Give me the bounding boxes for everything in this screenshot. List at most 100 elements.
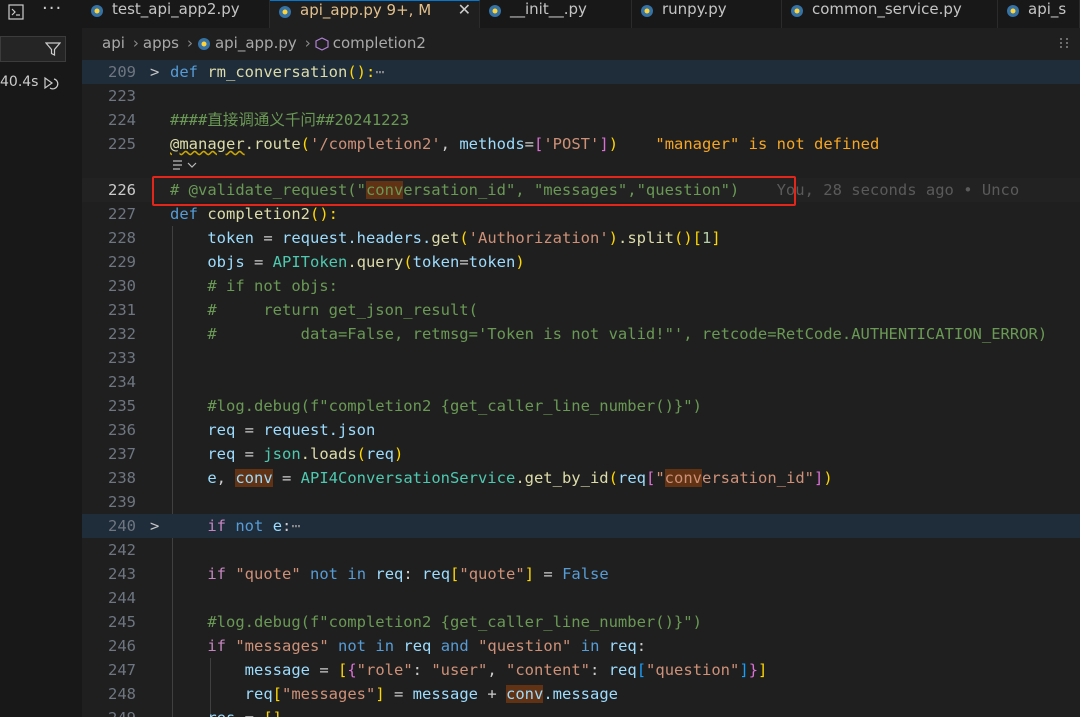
code-token: rm_conversation: [207, 63, 348, 81]
code-editor[interactable]: 209 > def rm_conversation():⋯ 223 224 ##…: [82, 58, 1080, 717]
code-token: ]: [599, 135, 609, 153]
code-line[interactable]: 237 req = json.loads(req): [82, 442, 1080, 466]
line-number: 231: [108, 301, 136, 319]
breadcrumb-item[interactable]: api_app.py: [215, 34, 297, 52]
chevron-right-icon[interactable]: >: [150, 60, 162, 84]
inline-diagnostic: "manager" is not defined: [655, 135, 880, 153]
code-line[interactable]: 244: [82, 586, 1080, 610]
code-line[interactable]: 240 > if not e:⋯: [82, 514, 1080, 538]
folded-ellipsis[interactable]: ⋯: [375, 63, 384, 81]
filter-input[interactable]: [0, 36, 66, 62]
code-token: message: [244, 661, 310, 679]
tab-common-service[interactable]: common_service.py: [782, 0, 998, 28]
code-line[interactable]: 230 # if not objs:: [82, 274, 1080, 298]
method-symbol-icon: [315, 36, 329, 51]
code-token: =: [524, 135, 534, 153]
code-token: ]: [711, 229, 721, 247]
code-line[interactable]: 227 def completion2():: [82, 202, 1080, 226]
code-token: token: [207, 229, 254, 247]
code-line[interactable]: 223: [82, 84, 1080, 108]
line-number: 243: [108, 565, 136, 583]
tab-api-app[interactable]: api_app.py 9+, M ✕: [270, 0, 480, 28]
code-line[interactable]: 209 > def rm_conversation():⋯: [82, 60, 1080, 84]
code-token: json: [263, 445, 301, 463]
code-line[interactable]: 234: [82, 370, 1080, 394]
code-line[interactable]: 228 token = request.headers.get('Authori…: [82, 226, 1080, 250]
code-token: ": [655, 469, 665, 487]
code-token: get: [431, 229, 460, 247]
code-line[interactable]: 235 #log.debug(f"completion2 {get_caller…: [82, 394, 1080, 418]
code-line[interactable]: 238 e, conv = API4ConversationService.ge…: [82, 466, 1080, 490]
code-line[interactable]: 249 res = []: [82, 706, 1080, 717]
tab-label: __init__.py: [510, 0, 587, 18]
code-token: 1: [702, 229, 712, 247]
code-token: =: [254, 229, 282, 247]
code-token: ####直接调通义千问##20241223: [170, 111, 410, 129]
code-token: req: [207, 445, 236, 463]
code-line[interactable]: 225 @manager.route('/completion2', metho…: [82, 132, 1080, 156]
rerun-icon[interactable]: [42, 75, 60, 91]
code-token: in: [375, 637, 395, 655]
code-line[interactable]: 224 ####直接调通义千问##20241223: [82, 108, 1080, 132]
more-actions-icon[interactable]: ···: [42, 0, 62, 19]
panel-actions: ···: [0, 0, 82, 28]
code-line[interactable]: 243 if "quote" not in req: req["quote"] …: [82, 562, 1080, 586]
breadcrumb-item[interactable]: apps: [143, 34, 179, 52]
code-line[interactable]: 229 objs = APIToken.query(token=token): [82, 250, 1080, 274]
code-token: if: [207, 565, 226, 583]
code-line[interactable]: 246 if "messages" not in req and "questi…: [82, 634, 1080, 658]
folded-ellipsis[interactable]: ⋯: [291, 517, 300, 535]
code-line[interactable]: 247 message = [{"role": "user", "content…: [82, 658, 1080, 682]
run-duration: 40.4s: [0, 74, 39, 90]
code-token: req: [244, 685, 273, 703]
code-token: e: [272, 517, 283, 535]
code-token: "content": [506, 661, 591, 679]
code-token: .route: [244, 135, 301, 153]
code-line[interactable]: 242: [82, 538, 1080, 562]
grid-dots-icon[interactable]: [1058, 36, 1070, 50]
code-line[interactable]: 236 req = request.json: [82, 418, 1080, 442]
code-token: req: [608, 637, 637, 655]
line-number: 229: [108, 253, 136, 271]
code-token: # if not objs:: [207, 277, 338, 295]
terminal-icon[interactable]: [8, 4, 24, 20]
tab-api-s[interactable]: api_s: [998, 0, 1080, 28]
tab-test-api-app2[interactable]: test_api_app2.py: [82, 0, 270, 28]
chevron-right-icon[interactable]: >: [150, 514, 162, 538]
code-token: "user": [431, 661, 488, 679]
code-token: req: [366, 445, 394, 463]
code-token: def: [170, 205, 198, 223]
code-line[interactable]: 239: [82, 490, 1080, 514]
code-token: methods: [459, 135, 525, 153]
close-icon[interactable]: ✕: [458, 1, 471, 19]
code-token: token: [412, 253, 460, 271]
tab-init[interactable]: __init__.py: [480, 0, 632, 28]
code-line[interactable]: 248 req["messages"] = message + conv.mes…: [82, 682, 1080, 706]
code-token: req: [207, 421, 236, 439]
code-action-icon[interactable]: [170, 159, 202, 173]
code-token: .get_by_id: [515, 469, 609, 487]
chevron-right-icon: ›: [132, 34, 139, 52]
line-number: 209: [108, 63, 136, 81]
python-file-icon: [641, 5, 653, 17]
code-token: if: [207, 517, 226, 535]
line-number: 233: [108, 349, 136, 367]
line-number: 239: [108, 493, 136, 511]
tab-runpy[interactable]: runpy.py: [632, 0, 782, 28]
breadcrumb-item[interactable]: api: [102, 34, 125, 52]
code-line[interactable]: 231 # return get_json_result(: [82, 298, 1080, 322]
code-token: '/completion2': [310, 135, 441, 153]
code-token: .headers.: [347, 229, 432, 247]
breadcrumb-item[interactable]: completion2: [333, 34, 426, 52]
line-number: 224: [108, 111, 136, 129]
code-token: ():: [310, 205, 338, 223]
search-match: conv: [235, 469, 273, 487]
filter-icon[interactable]: [45, 41, 61, 57]
code-line[interactable]: 232 # data=False, retmsg='Token is not v…: [82, 322, 1080, 346]
line-number: 230: [108, 277, 136, 295]
code-token: req: [375, 565, 404, 583]
code-line[interactable]: 245 #log.debug(f"completion2 {get_caller…: [82, 610, 1080, 634]
code-line[interactable]: 233: [82, 346, 1080, 370]
code-token: completion2: [207, 205, 310, 223]
code-token: .json: [328, 421, 376, 439]
